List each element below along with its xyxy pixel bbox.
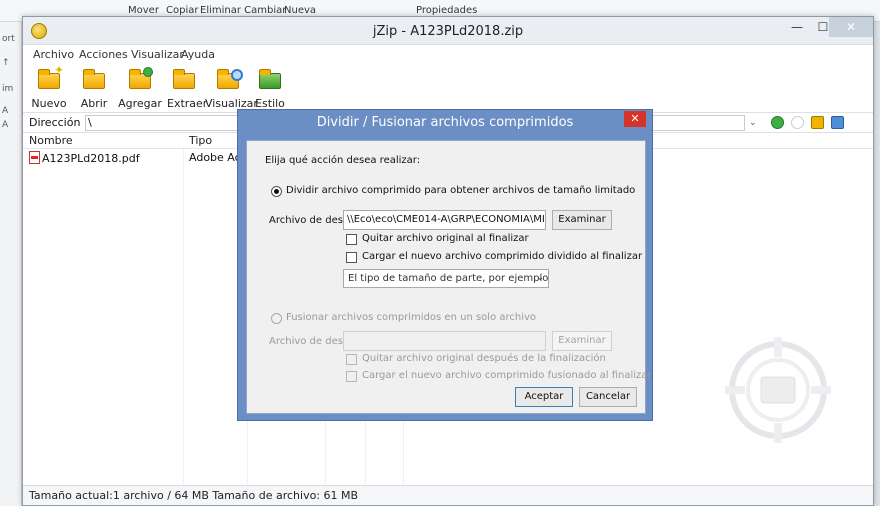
nuevo-button[interactable]: ✦ Nuevo	[31, 63, 67, 110]
merge-radio[interactable]	[271, 313, 282, 324]
menu-visualizar[interactable]: Visualizar	[131, 48, 184, 61]
bg-side-text: A	[2, 120, 9, 130]
add-files-icon	[127, 67, 153, 91]
style-icon	[257, 67, 283, 91]
up-icon[interactable]	[791, 116, 804, 129]
column-divider	[183, 149, 184, 489]
new-archive-icon: ✦	[36, 63, 64, 91]
bg-ribbon-word: Propiedades	[416, 5, 478, 16]
file-name-text: A123PLd2018.pdf	[42, 152, 140, 165]
split-merge-dialog: Dividir / Fusionar archivos comprimidos …	[237, 109, 653, 421]
agregar-label: Agregar	[118, 97, 162, 110]
visualizar-button[interactable]: Visualizar	[205, 67, 258, 110]
agregar-button[interactable]: Agregar	[117, 67, 163, 110]
menu-acciones[interactable]: Acciones	[79, 48, 128, 61]
bg-side-text: ort	[2, 34, 15, 44]
extract-icon	[171, 67, 197, 91]
merge-dest-input[interactable]	[343, 331, 546, 351]
window-title: jZip - A123PLd2018.zip	[372, 24, 524, 39]
split-load-new-checkbox[interactable]	[346, 252, 357, 263]
file-row-name[interactable]: A123PLd2018.pdf	[29, 151, 140, 165]
abrir-label: Abrir	[80, 97, 108, 110]
bg-ribbon-word: Mover	[128, 5, 159, 16]
nuevo-label: Nuevo	[31, 97, 67, 110]
split-radio[interactable]	[271, 186, 282, 197]
part-size-select[interactable]: El tipo de tamaño de parte, por ejemplo …	[343, 269, 549, 288]
view-magnifier-icon	[215, 67, 243, 91]
view-mode-icon[interactable]	[831, 116, 844, 129]
column-header-name[interactable]: Nombre	[29, 134, 73, 147]
split-dest-input[interactable]: \\Eco\eco\CME014-A\GRP\ECONOMIA\MINAS\TM…	[343, 210, 546, 230]
merge-remove-original-checkbox[interactable]	[346, 354, 357, 365]
estilo-button[interactable]: Estilo	[255, 67, 285, 110]
menu-archivo[interactable]: Archivo	[33, 48, 74, 61]
abrir-button[interactable]: Abrir	[77, 67, 111, 110]
title-bar[interactable]: jZip - A123PLd2018.zip — ☐ ✕	[23, 17, 873, 45]
dialog-title: Dividir / Fusionar archivos comprimidos	[316, 115, 574, 130]
bg-ribbon-word: Copiar	[166, 5, 199, 16]
dialog-close-button[interactable]: ✕	[624, 111, 646, 127]
jzip-watermark-icon	[725, 337, 831, 443]
part-size-select-value: El tipo de tamaño de parte, por ejemplo …	[348, 273, 549, 284]
merge-radio-label[interactable]: Fusionar archivos comprimidos en un solo…	[286, 312, 536, 323]
split-browse-button[interactable]: Examinar	[552, 210, 612, 230]
action-prompt: Elija qué acción desea realizar:	[265, 155, 421, 166]
bg-ribbon-word: Eliminar Cambiar	[200, 5, 287, 16]
go-icon[interactable]	[771, 116, 784, 129]
open-folder-icon	[81, 67, 107, 91]
menu-bar: Archivo Acciones Visualizar Ayuda	[23, 45, 873, 65]
status-bar: Tamaño actual:1 archivo / 64 MB Tamaño d…	[23, 485, 873, 505]
split-load-new-label[interactable]: Cargar el nuevo archivo comprimido divid…	[362, 251, 642, 262]
minimize-button[interactable]: —	[783, 17, 811, 37]
folder-icon[interactable]	[811, 116, 824, 129]
chevron-down-icon: ⌄	[536, 273, 544, 283]
extraer-button[interactable]: Extraer	[167, 67, 208, 110]
split-radio-label[interactable]: Dividir archivo comprimido para obtener …	[286, 185, 635, 196]
background-sidebar: ort ↑ im A A	[0, 22, 22, 506]
pdf-file-icon	[29, 151, 40, 164]
merge-browse-button[interactable]: Examinar	[552, 331, 612, 351]
column-header-type[interactable]: Tipo	[189, 134, 212, 147]
merge-remove-original-label[interactable]: Quitar archivo original después de la fi…	[362, 353, 606, 364]
toolbar: ✦ Nuevo Abrir Agregar Extraer Visualizar…	[23, 63, 873, 113]
dialog-body: Elija qué acción desea realizar: Dividir…	[246, 140, 652, 414]
merge-load-new-label[interactable]: Cargar el nuevo archivo comprimido fusio…	[362, 370, 652, 381]
bg-side-text: ↑	[2, 58, 10, 68]
bg-side-text: A	[2, 106, 9, 116]
chevron-down-icon[interactable]: ⌄	[749, 118, 757, 128]
split-remove-original-checkbox[interactable]	[346, 234, 357, 245]
address-label: Dirección	[29, 116, 81, 129]
cancel-button[interactable]: Cancelar	[579, 387, 637, 407]
ok-button[interactable]: Aceptar	[515, 387, 573, 407]
extraer-label: Extraer	[167, 97, 208, 110]
merge-load-new-checkbox[interactable]	[346, 371, 357, 382]
bg-side-text: im	[2, 84, 14, 94]
close-window-button[interactable]: ✕	[829, 17, 873, 37]
bg-ribbon-word: Nueva	[284, 5, 317, 16]
menu-ayuda[interactable]: Ayuda	[181, 48, 215, 61]
split-remove-original-label[interactable]: Quitar archivo original al finalizar	[362, 233, 529, 244]
